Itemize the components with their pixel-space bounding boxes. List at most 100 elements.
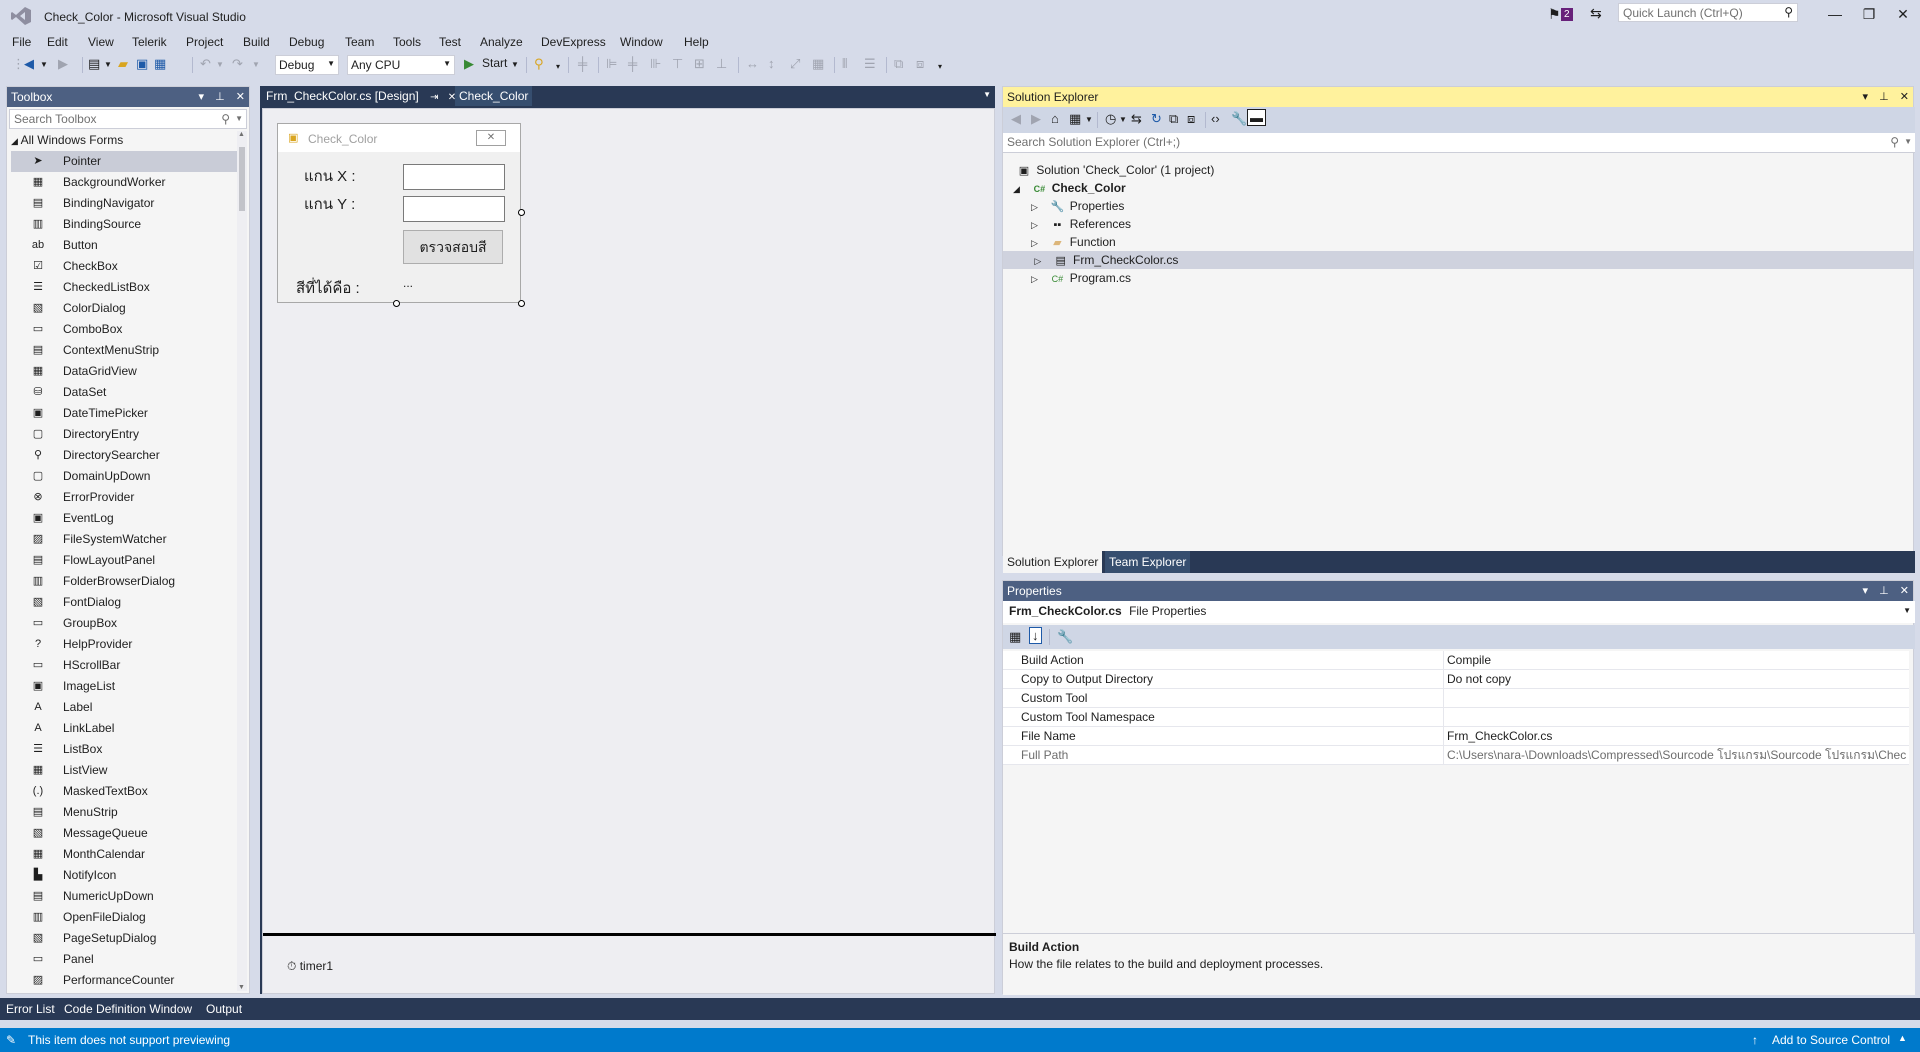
textbox-axis-x[interactable]	[403, 164, 505, 190]
find-in-files-icon[interactable]: ⚲	[534, 56, 544, 72]
toolbox-item-openfiledialog[interactable]: ▥ OpenFileDialog	[11, 907, 239, 928]
search-icon[interactable]: ⚲	[1890, 135, 1899, 149]
home-icon[interactable]: ⌂	[1051, 111, 1059, 126]
tab-check-color[interactable]: Check_Color	[455, 86, 533, 106]
notification-count-badge[interactable]: 2	[1561, 8, 1573, 21]
tree-node-references[interactable]: ▷ ▪▪ References	[1031, 215, 1131, 233]
toolbox-item-listbox[interactable]: ☰ ListBox	[11, 739, 239, 760]
property-divider[interactable]	[1443, 689, 1444, 708]
property-divider[interactable]	[1443, 651, 1444, 670]
tab-error-list[interactable]: Error List	[6, 998, 55, 1020]
property-divider[interactable]	[1443, 670, 1444, 689]
tree-project-node[interactable]: ◢ C# Check_Color	[1013, 179, 1126, 197]
back-icon[interactable]: ◀	[1011, 111, 1021, 127]
toolbox-item-pointer[interactable]: ➤ Pointer	[11, 151, 239, 172]
maximize-button[interactable]: ❐	[1852, 2, 1886, 26]
menu-tools[interactable]: Tools	[393, 35, 421, 49]
toolbox-item-bindingnavigator[interactable]: ▤ BindingNavigator	[11, 193, 239, 214]
toolbox-item-messagequeue[interactable]: ▧ MessageQueue	[11, 823, 239, 844]
chevron-down-icon[interactable]: ▼	[40, 60, 48, 69]
toolbox-item-menustrip[interactable]: ▤ MenuStrip	[11, 802, 239, 823]
toolbox-item-panel[interactable]: ▭ Panel	[11, 949, 239, 970]
horizontal-spacing-icon[interactable]: ⫴	[842, 56, 847, 72]
undo-icon[interactable]: ↶	[200, 56, 211, 72]
chevron-down-icon[interactable]: ▼	[252, 60, 260, 69]
close-icon[interactable]: ✕	[236, 91, 245, 103]
categorized-icon[interactable]: ▦	[1009, 629, 1021, 645]
collapsed-triangle-icon[interactable]: ▷	[1034, 252, 1048, 270]
chevron-down-icon[interactable]: ▼	[1903, 606, 1911, 615]
menu-debug[interactable]: Debug	[289, 35, 324, 49]
toolbox-item-combobox[interactable]: ▭ ComboBox	[11, 319, 239, 340]
toolbox-item-checkedlistbox[interactable]: ☰ CheckedListBox	[11, 277, 239, 298]
size-to-grid-icon[interactable]: ▦	[812, 56, 824, 72]
collapse-all-icon[interactable]: ⧉	[1169, 111, 1178, 127]
property-row-custom-tool-namespace[interactable]: Custom Tool Namespace	[1003, 708, 1909, 727]
toolbox-item-numericupdown[interactable]: ▤ NumericUpDown	[11, 886, 239, 907]
menu-build[interactable]: Build	[243, 35, 270, 49]
toolbar-overflow-icon[interactable]: ▾	[556, 62, 560, 71]
menu-window[interactable]: Window	[620, 35, 663, 49]
solution-platform-dropdown[interactable]: Any CPU ▼	[347, 55, 455, 75]
tree-node-properties[interactable]: ▷ 🔧 Properties	[1031, 197, 1124, 215]
tab-code-definition-window[interactable]: Code Definition Window	[64, 998, 192, 1020]
designed-form[interactable]: ▣ Check_Color ✕ แกน X : แกน Y : ตรวจสอบส…	[277, 123, 521, 303]
property-row-full-path[interactable]: Full Path C:\Users\nara-\Downloads\Compre…	[1003, 746, 1909, 765]
panel-menu-icon[interactable]: ▾	[1863, 585, 1869, 597]
toolbox-item-folderbrowserdialog[interactable]: ▥ FolderBrowserDialog	[11, 571, 239, 592]
switch-views-icon[interactable]: ▦	[1069, 111, 1081, 127]
chevron-down-icon[interactable]: ▼	[216, 60, 224, 69]
preview-selected-items-icon[interactable]: ▬	[1247, 109, 1266, 126]
toolbox-item-notifyicon[interactable]: ▙ NotifyIcon	[11, 865, 239, 886]
toolbox-item-fontdialog[interactable]: ▧ FontDialog	[11, 592, 239, 613]
show-all-files-icon[interactable]: ⧈	[1187, 111, 1195, 127]
navigate-forward-icon[interactable]: ▶	[58, 56, 68, 72]
toolbox-item-contextmenustrip[interactable]: ▤ ContextMenuStrip	[11, 340, 239, 361]
toolbox-item-dataset[interactable]: ⛁ DataSet	[11, 382, 239, 403]
align-lefts-icon[interactable]: ⊫	[606, 56, 617, 72]
panel-menu-icon[interactable]: ▾	[199, 91, 205, 103]
collapse-triangle-icon[interactable]: ◢	[11, 136, 18, 146]
form-designer-surface[interactable]: ▣ Check_Color ✕ แกน X : แกน Y : ตรวจสอบส…	[262, 108, 996, 994]
chevron-up-icon[interactable]: ▲	[1898, 1033, 1907, 1043]
menu-edit[interactable]: Edit	[47, 35, 68, 49]
toolbox-item-eventlog[interactable]: ▣ EventLog	[11, 508, 239, 529]
property-pages-wrench-icon[interactable]: 🔧	[1057, 629, 1073, 645]
label-result-value[interactable]: ...	[403, 276, 413, 290]
align-rights-icon[interactable]: ⊪	[650, 56, 661, 72]
toolbox-item-label[interactable]: A Label	[11, 697, 239, 718]
toolbox-search-input[interactable]: Search Toolbox ⚲ ▼	[9, 109, 247, 129]
pending-changes-filter-icon[interactable]: ◷	[1105, 111, 1116, 127]
properties-object-selector[interactable]: Frm_CheckColor.cs File Properties ▼	[1003, 601, 1915, 623]
toolbox-item-filesystemwatcher[interactable]: ▨ FileSystemWatcher	[11, 529, 239, 550]
property-value[interactable]: Compile	[1447, 651, 1907, 670]
forward-icon[interactable]: ▶	[1031, 111, 1041, 127]
menu-telerik[interactable]: Telerik	[132, 35, 167, 49]
property-row-build-action[interactable]: Build Action Compile	[1003, 651, 1909, 670]
panel-menu-icon[interactable]: ▾	[1863, 91, 1869, 103]
feedback-icon[interactable]: ⇆	[1590, 5, 1602, 22]
toolbox-item-checkbox[interactable]: ☑ CheckBox	[11, 256, 239, 277]
vertical-spacing-icon[interactable]: ☰	[864, 56, 876, 72]
view-code-icon[interactable]: ‹›	[1211, 111, 1220, 126]
new-project-icon[interactable]: ▤	[88, 56, 100, 72]
tab-overflow-icon[interactable]: ▼	[983, 90, 991, 99]
align-bottoms-icon[interactable]: ⊥	[716, 56, 727, 72]
scrollbar-thumb[interactable]	[239, 147, 245, 211]
start-button[interactable]: Start	[482, 56, 507, 70]
expanded-triangle-icon[interactable]: ◢	[1013, 180, 1027, 198]
minimize-button[interactable]: —	[1818, 2, 1852, 26]
toolbar-overflow-icon[interactable]: ▾	[938, 62, 942, 71]
notification-flag-icon[interactable]: ⚑	[1548, 6, 1561, 23]
align-tops-icon[interactable]: ⊤	[672, 56, 683, 72]
toolbox-item-listview[interactable]: ▦ ListView	[11, 760, 239, 781]
chevron-down-icon[interactable]: ▼	[1904, 137, 1912, 146]
toolbox-item-directoryentry[interactable]: ▢ DirectoryEntry	[11, 424, 239, 445]
navigate-back-icon[interactable]: ◀	[24, 56, 34, 72]
search-icon[interactable]: ⚲	[221, 112, 230, 126]
sync-active-document-icon[interactable]: ⇆	[1131, 111, 1142, 127]
bring-to-front-icon[interactable]: ⧉	[894, 56, 903, 72]
property-row-file-name[interactable]: File Name Frm_CheckColor.cs	[1003, 727, 1909, 746]
make-same-height-icon[interactable]: ↕	[768, 56, 775, 71]
menu-project[interactable]: Project	[186, 35, 223, 49]
